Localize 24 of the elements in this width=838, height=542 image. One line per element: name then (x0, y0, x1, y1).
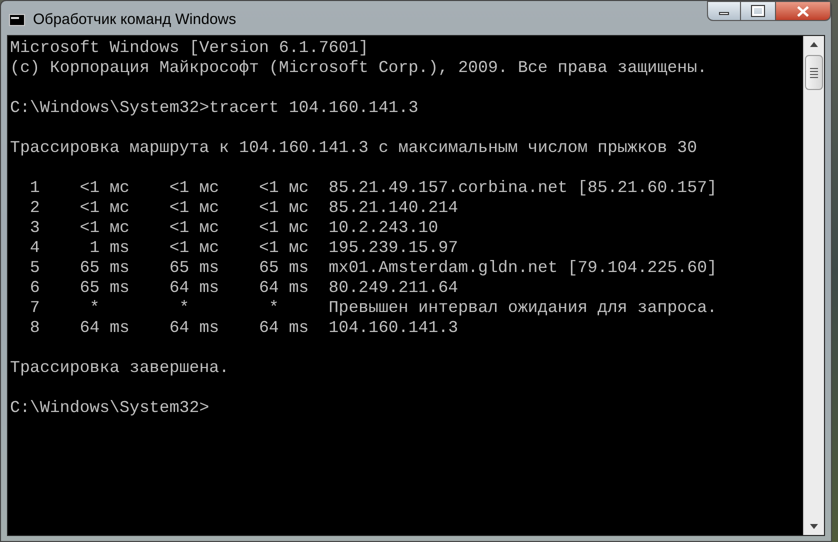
window-title: Обработчик команд Windows (33, 10, 236, 30)
console-icon (9, 14, 25, 26)
console-line: 8 64 ms 64 ms 64 ms 104.160.141.3 (28, 318, 458, 338)
console-line: 4 1 ms <1 мс <1 мс 195.239.15.97 (28, 238, 458, 258)
close-icon (797, 6, 809, 16)
console-line: 1 <1 мс <1 мс <1 мс 85.21.49.157.corbina.net [85.21.60.157] (28, 178, 718, 198)
scroll-up-icon[interactable] (810, 42, 818, 47)
console-line: C:\Windows\System32>tracert 104.160.141.3 (10, 98, 418, 118)
console-line: 5 65 ms 65 ms 65 ms mx01.Amsterdam.gldn.net [79.104.225.60] (28, 258, 718, 278)
console-line: 6 65 ms 64 ms 64 ms 80.249.211.64 (28, 278, 458, 298)
minimize-button[interactable] (707, 1, 741, 21)
console-line: (c) Корпорация Майкрософт (Microsoft Corp.), 2009. Все права защищены. (10, 58, 708, 78)
scrollbar[interactable] (803, 36, 824, 535)
scroll-down-icon[interactable] (810, 524, 818, 529)
close-button[interactable] (775, 1, 831, 21)
console-line: 7 * * * Превышен интервал ожидания для запроса. (28, 298, 718, 318)
console-line: Трассировка маршрута к 104.160.141.3 с максимальным числом прыжков 30 (10, 138, 698, 158)
console-line: 2 <1 мс <1 мс <1 мс 85.21.140.214 (28, 198, 458, 218)
scroll-thumb[interactable] (805, 55, 823, 90)
maximize-button[interactable] (741, 1, 775, 21)
console-line: Microsoft Windows [Version 6.1.7601] (10, 38, 368, 58)
console-line: C:\Windows\System32> (10, 398, 210, 418)
console-line: Трассировка завершена. (10, 358, 230, 378)
console-line: 3 <1 мс <1 мс <1 мс 10.2.243.10 (28, 218, 438, 238)
